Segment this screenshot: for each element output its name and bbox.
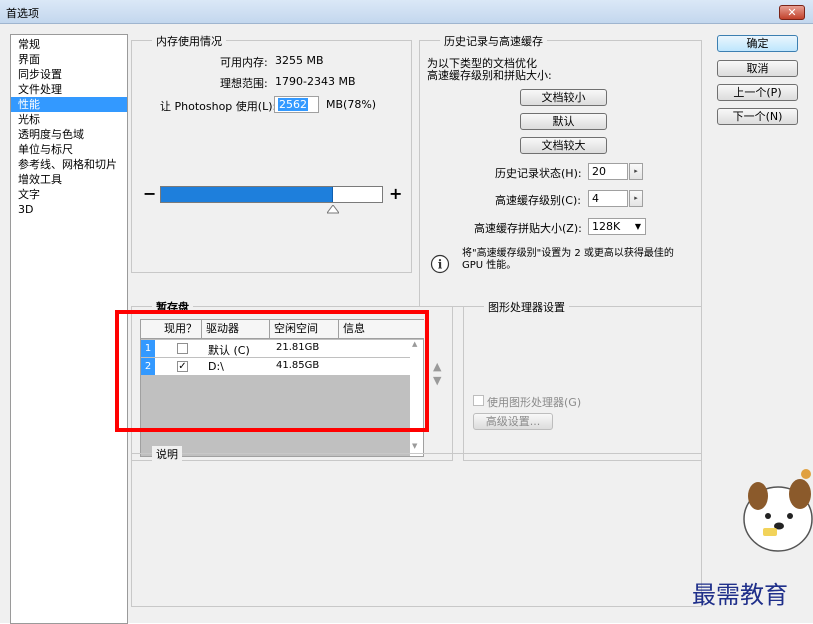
cache-levels-label: 高速缓存级别(C): <box>495 194 581 207</box>
ideal-range-label: 理想范围: <box>220 77 268 90</box>
category-list: 常规 界面 同步设置 文件处理 性能 光标 透明度与色域 单位与标尺 参考线、网… <box>10 34 128 624</box>
nav-item-transparency-gamut[interactable]: 透明度与色域 <box>11 127 127 142</box>
nav-item-type[interactable]: 文字 <box>11 187 127 202</box>
memory-usage-title: 内存使用情况 <box>152 33 226 49</box>
memory-usage-value: 2562 <box>278 98 308 111</box>
memory-usage-group: 内存使用情况 <box>131 33 412 273</box>
available-memory-value: 3255 MB <box>275 54 324 67</box>
nav-item-units-rulers[interactable]: 单位与标尺 <box>11 142 127 157</box>
description-group: 说明 <box>131 446 702 607</box>
window-title: 首选项 <box>6 7 39 20</box>
slider-thumb-icon[interactable] <box>327 205 339 214</box>
nav-item-file-handling[interactable]: 文件处理 <box>11 82 127 97</box>
cache-levels-input[interactable]: 4 <box>588 190 628 207</box>
cancel-button[interactable]: 取消 <box>717 60 798 77</box>
default-cache-button[interactable]: 默认 <box>520 113 607 130</box>
nav-item-performance[interactable]: 性能 <box>11 97 127 112</box>
advanced-settings-button[interactable]: 高级设置... <box>473 413 553 430</box>
gpu-settings-title: 图形处理器设置 <box>484 299 569 315</box>
use-gpu-checkbox[interactable] <box>473 395 484 406</box>
next-button[interactable]: 下一个(N) <box>717 108 798 125</box>
previous-button[interactable]: 上一个(P) <box>717 84 798 101</box>
available-memory-label: 可用内存: <box>220 56 268 69</box>
decrease-memory-icon[interactable]: − <box>143 184 156 203</box>
nav-item-guides-grid-slices[interactable]: 参考线、网格和切片 <box>11 157 127 172</box>
history-cache-title: 历史记录与高速缓存 <box>440 33 547 49</box>
mascot-dog-icon <box>743 469 813 552</box>
highlight-box <box>115 310 429 432</box>
large-documents-button[interactable]: 文档较大 <box>520 137 607 154</box>
close-button[interactable]: ✕ <box>779 5 805 20</box>
nav-item-interface[interactable]: 界面 <box>11 52 127 67</box>
gpu-settings-group: 图形处理器设置 <box>463 299 702 461</box>
tiny-documents-button[interactable]: 文档较小 <box>520 89 607 106</box>
nav-item-cursors[interactable]: 光标 <box>11 112 127 127</box>
gpu-hint-line2: GPU 性能。 <box>462 260 517 271</box>
memory-usage-unit: MB(78%) <box>326 98 377 111</box>
cache-tile-size-select[interactable]: 128K ▼ <box>588 218 646 235</box>
scroll-down-arrow-icon[interactable]: ▼ <box>412 442 417 450</box>
move-up-icon[interactable]: ▲ <box>433 360 441 373</box>
history-states-spinner-icon[interactable]: ▸ <box>629 163 643 180</box>
info-icon: i <box>430 254 450 274</box>
ideal-range-value: 1790-2343 MB <box>275 75 356 88</box>
cache-tile-size-label: 高速缓存拼贴大小(Z): <box>474 222 582 235</box>
memory-usage-input[interactable]: 2562 <box>274 96 319 113</box>
photoshop-usage-label: 让 Photoshop 使用(L): <box>160 100 277 113</box>
nav-item-sync-settings[interactable]: 同步设置 <box>11 67 127 82</box>
history-states-input[interactable]: 20 <box>588 163 628 180</box>
nav-item-general[interactable]: 常规 <box>11 37 127 52</box>
preferences-dialog: 首选项 ✕ 常规 界面 同步设置 文件处理 性能 光标 透明度与色域 单位与标尺… <box>0 0 813 624</box>
cache-levels-spinner-icon[interactable]: ▸ <box>629 190 643 207</box>
cache-tile-size-value: 128K <box>592 220 621 233</box>
memory-slider-fill <box>161 187 333 202</box>
increase-memory-icon[interactable]: + <box>389 184 402 203</box>
dialog-body: 常规 界面 同步设置 文件处理 性能 光标 透明度与色域 单位与标尺 参考线、网… <box>0 24 813 624</box>
move-down-icon[interactable]: ▼ <box>433 374 441 387</box>
history-states-label: 历史记录状态(H): <box>495 167 582 180</box>
optimize-description-line2: 高速缓存级别和拼贴大小: <box>427 69 552 82</box>
nav-item-plugins[interactable]: 增效工具 <box>11 172 127 187</box>
description-title: 说明 <box>152 446 182 462</box>
title-bar: 首选项 ✕ <box>0 0 813 24</box>
watermark-text: 最需教育 <box>692 581 788 609</box>
nav-item-3d[interactable]: 3D <box>11 202 127 217</box>
use-gpu-label: 使用图形处理器(G) <box>487 396 582 409</box>
svg-text:i: i <box>438 258 443 272</box>
dropdown-arrow-icon: ▼ <box>634 222 641 231</box>
ok-button[interactable]: 确定 <box>717 35 798 52</box>
memory-slider-track[interactable] <box>160 186 383 203</box>
